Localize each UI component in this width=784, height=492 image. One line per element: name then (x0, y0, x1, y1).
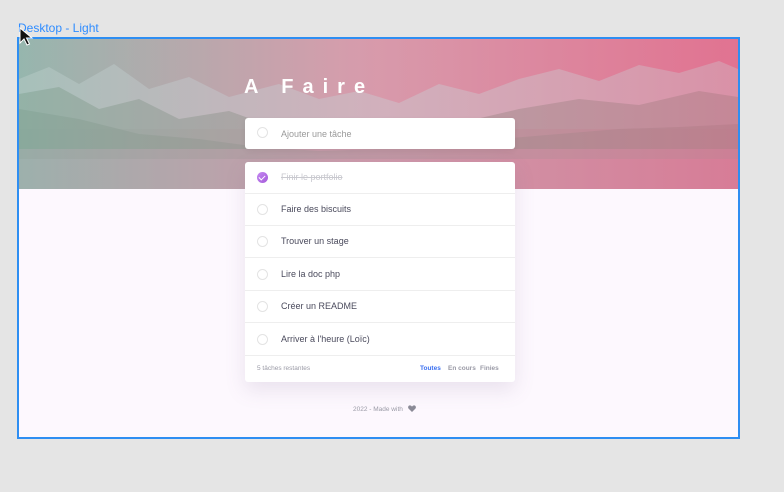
task-label: Trouver un stage (281, 236, 349, 246)
new-task-field[interactable] (245, 118, 515, 149)
checkbox-circle-icon[interactable] (257, 334, 268, 345)
task-row[interactable]: Lire la doc php (245, 259, 515, 291)
new-task-input[interactable] (281, 125, 501, 142)
filter-done[interactable]: Finies (480, 365, 499, 372)
task-row[interactable]: Finir le portfolio (245, 162, 515, 194)
checkbox-circle-icon[interactable] (257, 269, 268, 280)
task-label: Finir le portfolio (281, 172, 343, 182)
filter-all[interactable]: Toutes (420, 365, 441, 372)
checkbox-circle-icon[interactable] (257, 204, 268, 215)
task-label: Faire des biscuits (281, 204, 352, 214)
task-label: Lire la doc php (281, 269, 341, 279)
task-label: Créer un README (281, 301, 358, 311)
filter-in-progress[interactable]: En cours (448, 365, 476, 372)
task-row[interactable]: Arriver à l'heure (Loïc) (245, 324, 515, 356)
tasks-remaining: 5 tâches restantes (257, 365, 311, 372)
heart-icon (407, 405, 416, 412)
check-icon[interactable] (257, 172, 268, 183)
task-row[interactable]: Créer un README (245, 291, 515, 323)
checkbox-circle-icon[interactable] (257, 301, 268, 312)
app-title: A Faire (244, 76, 375, 98)
task-label: Arriver à l'heure (Loïc) (281, 334, 370, 344)
arrow-cursor-icon (19, 27, 34, 46)
checkbox-circle-icon[interactable] (257, 236, 268, 247)
task-row[interactable]: Faire des biscuits (245, 194, 515, 226)
credit: 2022 - Made with (353, 405, 416, 413)
new-task-circle-icon (257, 127, 268, 138)
frame: A Faire Finir le portfolio Faire des bis… (17, 37, 740, 439)
credit-text: 2022 - Made with (353, 406, 403, 413)
list-footer: 5 tâches restantes Toutes En cours Finie… (245, 356, 515, 382)
task-row[interactable]: Trouver un stage (245, 226, 515, 258)
task-list: Finir le portfolio Faire des biscuits Tr… (245, 162, 515, 382)
